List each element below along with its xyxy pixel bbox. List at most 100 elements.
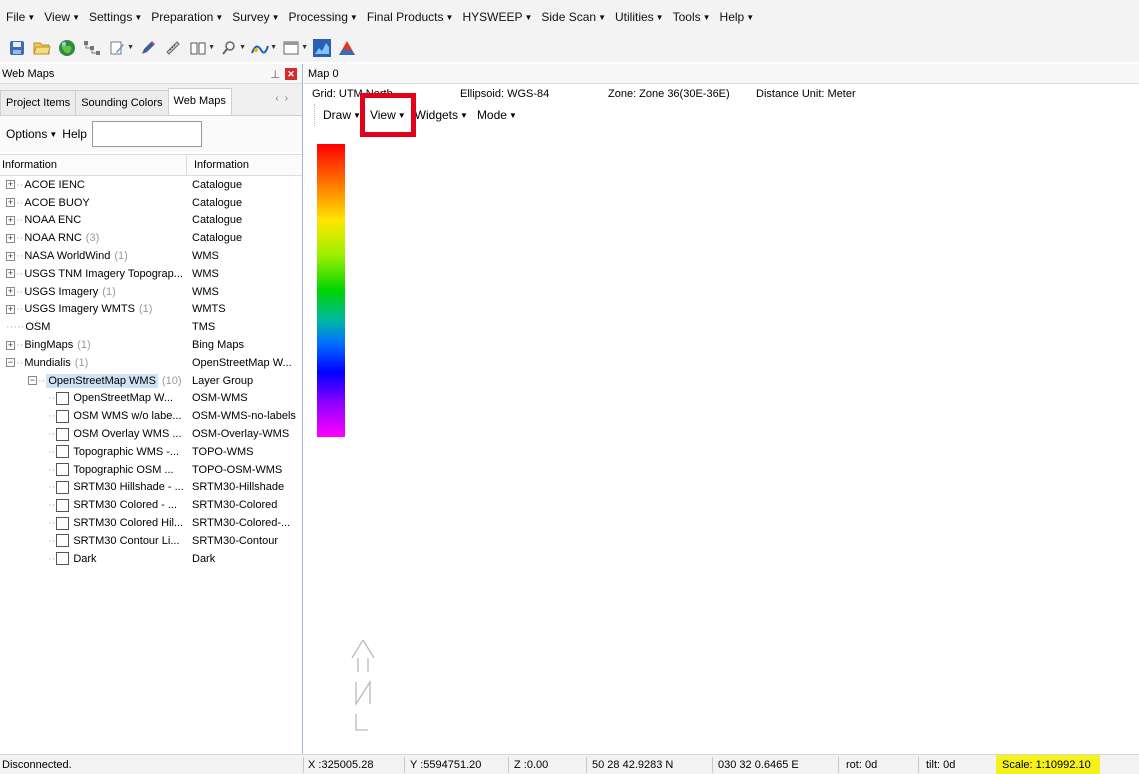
tree-row[interactable]: − ·· OpenStreetMap WMS (10) Layer Group <box>0 372 302 390</box>
tree-row[interactable]: + ·· NOAA RNC (3) Catalogue <box>0 229 302 247</box>
menu-processing[interactable]: Processing ▼ <box>289 10 358 24</box>
tree-row-name-cell: + ·· USGS Imagery WMTS (1) <box>0 303 192 315</box>
pencil-icon[interactable] <box>137 38 159 58</box>
globe-icon[interactable] <box>56 38 78 58</box>
tree-row[interactable]: + ·· USGS Imagery (1) WMS <box>0 283 302 301</box>
tree-row[interactable]: ·· Topographic OSM ... TOPO-OSM-WMS <box>0 461 302 479</box>
tree-row[interactable]: ·· OSM WMS w/o labe... OSM-WMS-no-labels <box>0 407 302 425</box>
tree-row[interactable]: + ·· NOAA ENC Catalogue <box>0 212 302 230</box>
tree-row[interactable]: + ·· NASA WorldWind (1) WMS <box>0 247 302 265</box>
tree-row-label: SRTM30 Colored - ... <box>73 499 178 512</box>
tab-project-items[interactable]: Project Items <box>0 90 77 115</box>
book-icon[interactable]: ▼ <box>187 38 215 58</box>
expand-plus-icon[interactable]: + <box>6 180 15 190</box>
collapse-minus-icon[interactable]: − <box>28 376 37 386</box>
tree-row[interactable]: ·· Dark Dark <box>0 550 302 568</box>
column-header-info[interactable]: Information <box>187 155 251 175</box>
tree-row[interactable]: + ·· USGS TNM Imagery Topograp... WMS <box>0 265 302 283</box>
layer-checkbox[interactable] <box>56 391 70 405</box>
expand-plus-icon[interactable]: + <box>6 340 15 350</box>
tree-row[interactable]: + ·· ACOE BUOY Catalogue <box>0 194 302 212</box>
expand-plus-icon[interactable]: + <box>6 233 15 243</box>
tree-row-label: Topographic OSM ... <box>73 463 174 476</box>
menu-side-scan[interactable]: Side Scan ▼ <box>541 10 606 24</box>
expand-plus-icon[interactable]: + <box>6 198 15 208</box>
menu-survey[interactable]: Survey ▼ <box>232 10 279 24</box>
network-icon[interactable] <box>81 38 103 58</box>
tab-scroll-arrows-icon[interactable]: ‹› <box>275 93 294 104</box>
map-view[interactable]: Map 0 Grid: UTM North Ellipsoid: WGS-84 … <box>304 64 1139 754</box>
tree-row-info: SRTM30-Contour <box>192 534 278 547</box>
layer-checkbox[interactable] <box>56 498 70 512</box>
expand-plus-icon[interactable]: + <box>6 251 15 261</box>
tree-row[interactable]: + ·· USGS Imagery WMTS (1) WMTS <box>0 301 302 319</box>
map-tab[interactable]: Map 0 <box>304 64 1139 84</box>
tree-row-name-cell: ·· OSM WMS w/o labe... <box>0 409 192 423</box>
tree-row[interactable]: ····· OSM TMS <box>0 318 302 336</box>
blue-chart-icon[interactable] <box>311 38 333 58</box>
tree-row[interactable]: + ·· ACOE IENC Catalogue <box>0 176 302 194</box>
tree-row-info: TOPO-OSM-WMS <box>192 463 283 476</box>
pin-icon[interactable]: ⊥ <box>270 68 280 81</box>
map-menu-draw[interactable]: Draw ▼ <box>323 108 361 122</box>
save-icon[interactable] <box>6 38 28 58</box>
menu-view[interactable]: View ▼ <box>44 10 80 24</box>
menu-utilities[interactable]: Utilities ▼ <box>615 10 664 24</box>
layer-checkbox[interactable] <box>56 463 70 477</box>
magnifier-icon[interactable]: ▼ <box>218 38 246 58</box>
expand-plus-icon[interactable]: + <box>6 287 15 297</box>
north-arrow-icon <box>351 639 375 731</box>
tree-row[interactable]: ·· SRTM30 Contour Li... SRTM30-Contour <box>0 532 302 550</box>
chart-icon[interactable]: ▼ <box>249 38 277 58</box>
map-menu-widgets[interactable]: Widgets ▼ <box>415 108 468 122</box>
connection-status: Disconnected. <box>2 759 72 771</box>
layer-checkbox[interactable] <box>56 480 70 494</box>
layer-checkbox[interactable] <box>56 445 70 459</box>
layer-checkbox[interactable] <box>56 534 70 548</box>
tree-row[interactable]: ·· SRTM30 Hillshade - ... SRTM30-Hillshade <box>0 479 302 497</box>
menu-settings[interactable]: Settings ▼ <box>89 10 142 24</box>
menu-preparation[interactable]: Preparation ▼ <box>151 10 223 24</box>
tree-row[interactable]: ·· SRTM30 Colored - ... SRTM30-Colored <box>0 496 302 514</box>
menu-help[interactable]: Help ▼ <box>720 10 755 24</box>
map-menu-mode[interactable]: Mode ▼ <box>477 108 517 122</box>
expand-plus-icon[interactable]: + <box>6 215 15 225</box>
layer-checkbox[interactable] <box>56 516 70 530</box>
tree-row[interactable]: − ·· Mundialis (1) OpenStreetMap W... <box>0 354 302 372</box>
edit-icon[interactable]: ▼ <box>106 38 134 58</box>
menu-bar: File ▼ View ▼ Settings ▼ Preparation ▼ Surve… <box>0 0 1139 34</box>
menu-hysweep[interactable]: HYSWEEP ▼ <box>462 10 532 24</box>
tree-row-info: TMS <box>192 321 216 334</box>
layer-checkbox[interactable] <box>56 409 70 423</box>
search-input[interactable] <box>91 121 202 147</box>
tab-sounding-colors[interactable]: Sounding Colors <box>75 90 169 115</box>
mountain-icon[interactable] <box>336 38 358 58</box>
window-icon[interactable]: ▼ <box>280 38 308 58</box>
tree-row-info: Bing Maps <box>192 339 244 352</box>
panel-title-bar: Web Maps ⊥ ✕ <box>0 64 302 84</box>
chevron-down-icon: ▼ <box>349 13 358 22</box>
help-button[interactable]: Help <box>62 127 87 141</box>
expand-plus-icon[interactable]: + <box>6 269 15 279</box>
tab-web-maps[interactable]: Web Maps <box>167 88 232 115</box>
layer-checkbox[interactable] <box>56 552 70 566</box>
menu-tools[interactable]: Tools ▼ <box>673 10 711 24</box>
open-folder-icon[interactable] <box>31 38 53 58</box>
ruler-icon[interactable] <box>162 38 184 58</box>
collapse-minus-icon[interactable]: − <box>6 358 15 368</box>
expand-plus-icon[interactable]: + <box>6 304 15 314</box>
tree-row-name-cell: − ·· OpenStreetMap WMS (10) <box>0 373 192 388</box>
layer-checkbox[interactable] <box>56 427 70 441</box>
menu-final-products[interactable]: Final Products ▼ <box>367 10 454 24</box>
tree-connector: ·· <box>16 196 24 209</box>
tree-row[interactable]: ·· Topographic WMS -... TOPO-WMS <box>0 443 302 461</box>
tree-row[interactable]: ·· SRTM30 Colored Hil... SRTM30-Colored-..… <box>0 514 302 532</box>
tree-row[interactable]: ·· OSM Overlay WMS ... OSM-Overlay-WMS <box>0 425 302 443</box>
menu-file[interactable]: File ▼ <box>6 10 35 24</box>
tree-row[interactable]: + ·· BingMaps (1) Bing Maps <box>0 336 302 354</box>
tree-row[interactable]: ·· OpenStreetMap W... OSM-WMS <box>0 390 302 408</box>
options-button[interactable]: Options ▼ <box>6 127 57 141</box>
tree-row-label: OpenStreetMap W... <box>73 392 173 405</box>
column-header-name[interactable]: Information <box>0 155 187 175</box>
close-icon[interactable]: ✕ <box>285 68 297 80</box>
